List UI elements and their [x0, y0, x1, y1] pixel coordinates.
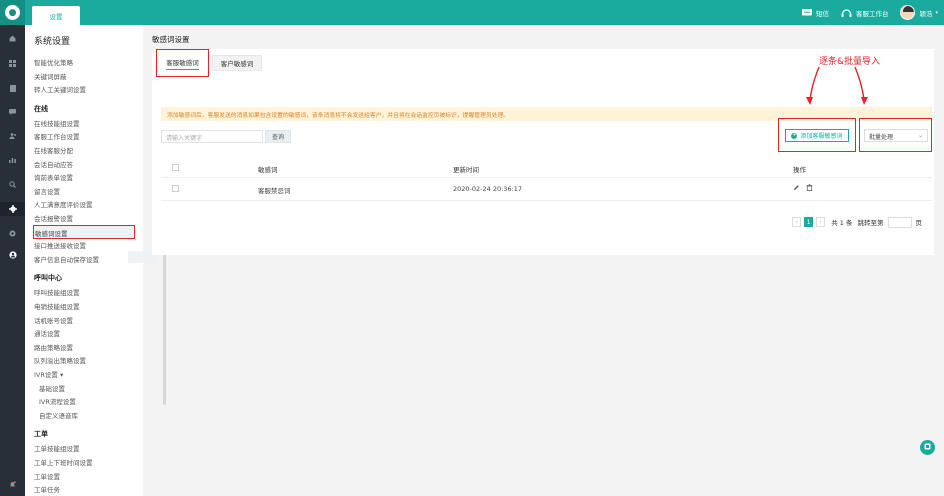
table-row: 客服禁忌词 2020-02-24 20:36:17 [161, 179, 932, 201]
sidebar-item[interactable]: 工单任务 [34, 484, 60, 494]
annotation-arrows [806, 66, 868, 105]
sidebar-item[interactable]: 客服工作台设置 [34, 131, 80, 141]
sidebar-item[interactable]: 工单设置 [34, 471, 60, 481]
top-bar: ● 设置 短信 客服工作台 颖浩 ▾ [0, 0, 944, 25]
next-page-button[interactable]: › [816, 217, 826, 227]
search-icon[interactable] [0, 177, 25, 191]
page-suffix: 页 [915, 219, 923, 227]
main-content: 敏感词设置 客服敏感词 客户敏感词 添加敏感词后，客服发送的消息如果包含设置的敏… [143, 25, 944, 496]
sidebar-item[interactable]: 工单上下班时间设置 [34, 457, 93, 467]
sidebar-item[interactable]: 会话报警设置 [34, 213, 73, 223]
sidebar-item[interactable]: 会话自动应答 [34, 159, 73, 169]
sidebar-item[interactable]: 在线客服分配 [34, 145, 73, 155]
sidebar-item[interactable]: 工单技能组设置 [34, 443, 80, 453]
tab-settings[interactable]: 设置 [32, 6, 80, 25]
menu-section-1: 在线 [34, 104, 48, 113]
users-icon[interactable] [0, 129, 25, 143]
page-title: 敏感词设置 [152, 35, 190, 44]
keyword-search-input[interactable]: 请输入关键字 [161, 130, 263, 143]
sidebar-item[interactable]: 询前表单设置 [34, 172, 73, 182]
sidebar-item[interactable]: 队列溢出策略设置 [34, 355, 86, 365]
sidebar-item[interactable]: IVR设置 ▾ [34, 369, 63, 379]
sidebar-item[interactable]: 转人工关键词设置 [34, 84, 86, 94]
page-jump-input[interactable] [887, 216, 912, 228]
search-button[interactable]: 查询 [265, 130, 291, 143]
menu-section-4: 工单 [34, 430, 48, 439]
bar-chart-icon[interactable] [0, 153, 25, 167]
bell-icon[interactable] [0, 477, 25, 491]
menu-title: 系统设置 [34, 37, 71, 47]
batch-process-select[interactable]: 批量处理 ⌄ [864, 129, 928, 142]
settings-circle-icon[interactable] [0, 226, 25, 240]
user-name: 颖浩 [919, 9, 933, 18]
add-sensitive-word-button[interactable]: + 添加客服敏感词 [785, 129, 849, 142]
add-highlight-box: + 添加客服敏感词 [778, 118, 856, 152]
sidebar-item[interactable]: 自定义语音库 [39, 410, 78, 420]
chevron-down-icon: ▾ [935, 9, 938, 16]
help-chat-button[interactable] [920, 440, 935, 455]
cell-word: 客服禁忌词 [258, 187, 291, 195]
sidebar-item[interactable]: 电销技能组设置 [34, 301, 80, 311]
chat-icon [801, 8, 812, 17]
sidebar-item[interactable]: 呼叫技能组设置 [34, 287, 80, 297]
sidebar-item[interactable]: IVR流程设置 [39, 396, 76, 406]
menu-section-2: 呼叫中心 [34, 274, 62, 283]
message-icon[interactable] [0, 105, 25, 119]
workbench-label: 客服工作台 [855, 9, 889, 18]
tab-customer-sensitive-words[interactable]: 客户敏感词 [212, 55, 262, 71]
home-icon[interactable] [0, 31, 25, 45]
edit-icon[interactable] [793, 184, 800, 193]
prev-page-button[interactable]: ‹ [792, 217, 802, 227]
sidebar-item[interactable]: 客户信息自动保存设置 [34, 254, 99, 264]
page-1-button[interactable]: 1 [804, 217, 814, 227]
sidebar-item[interactable]: 关键词屏蔽 [34, 71, 67, 81]
trash-icon[interactable] [806, 184, 813, 193]
gear-icon[interactable] [0, 202, 25, 216]
workbench-link[interactable]: 客服工作台 [841, 8, 889, 18]
app-logo[interactable]: ● [0, 0, 25, 25]
sidebar-item[interactable]: 人工满意度评价设置 [34, 199, 93, 209]
headset-icon [841, 8, 852, 18]
sms-link[interactable]: 短信 [801, 8, 829, 18]
profile-icon[interactable] [0, 248, 25, 262]
pagination: ‹ 1 › 共 1 条 跳转至第 页 [792, 216, 922, 228]
jump-label: 跳转至第 [857, 219, 884, 227]
sidebar-item[interactable]: 智能优化策略 [34, 57, 73, 67]
document-icon[interactable] [0, 81, 25, 95]
total-count: 共 1 条 [831, 219, 853, 227]
sms-label: 短信 [815, 9, 829, 18]
row-actions [793, 184, 813, 193]
table-header: 敏感词 更新时间 操作 [161, 158, 932, 178]
user-menu[interactable]: 颖浩 ▾ [900, 5, 938, 20]
settings-menu: 系统设置 智能优化策略 关键词屏蔽转人工关键词设置 在线在线技能组设置 客服工作台设置… [25, 25, 166, 496]
chat-icon [924, 443, 931, 452]
plus-icon: + [791, 132, 798, 139]
sidebar-item[interactable]: 敏感词设置 [33, 224, 135, 239]
sidebar-item[interactable]: 基础设置 [39, 383, 65, 393]
tab-agent-sensitive-words[interactable]: 客服敏感词 [156, 49, 209, 77]
grid-icon[interactable] [0, 56, 25, 70]
chevron-down-icon: ⌄ [917, 132, 923, 139]
avatar [900, 5, 916, 20]
sidebar-item[interactable]: 在线技能组设置 [34, 118, 80, 128]
cell-updated: 2020-02-24 20:36:17 [453, 185, 523, 193]
sidebar-item[interactable]: 路由策略设置 [34, 342, 73, 352]
row-checkbox[interactable] [172, 185, 179, 192]
batch-highlight-box: 批量处理 ⌄ [859, 118, 932, 152]
tooth-logo-icon: ● [5, 5, 20, 20]
column-actions: 操作 [793, 166, 806, 174]
add-button-label: 添加客服敏感词 [800, 133, 843, 140]
select-all-checkbox[interactable] [172, 164, 179, 171]
sidebar-item[interactable]: 话机账号设置 [34, 315, 73, 325]
column-word: 敏感词 [258, 166, 278, 174]
sidebar-item[interactable]: 接口推送接收设置 [34, 240, 86, 250]
icon-rail [0, 25, 25, 496]
sidebar-item[interactable]: 留言设置 [34, 186, 60, 196]
batch-label: 批量处理 [869, 134, 894, 141]
column-updated: 更新时间 [453, 166, 479, 174]
sidebar-item[interactable]: 通话设置 [34, 328, 60, 338]
